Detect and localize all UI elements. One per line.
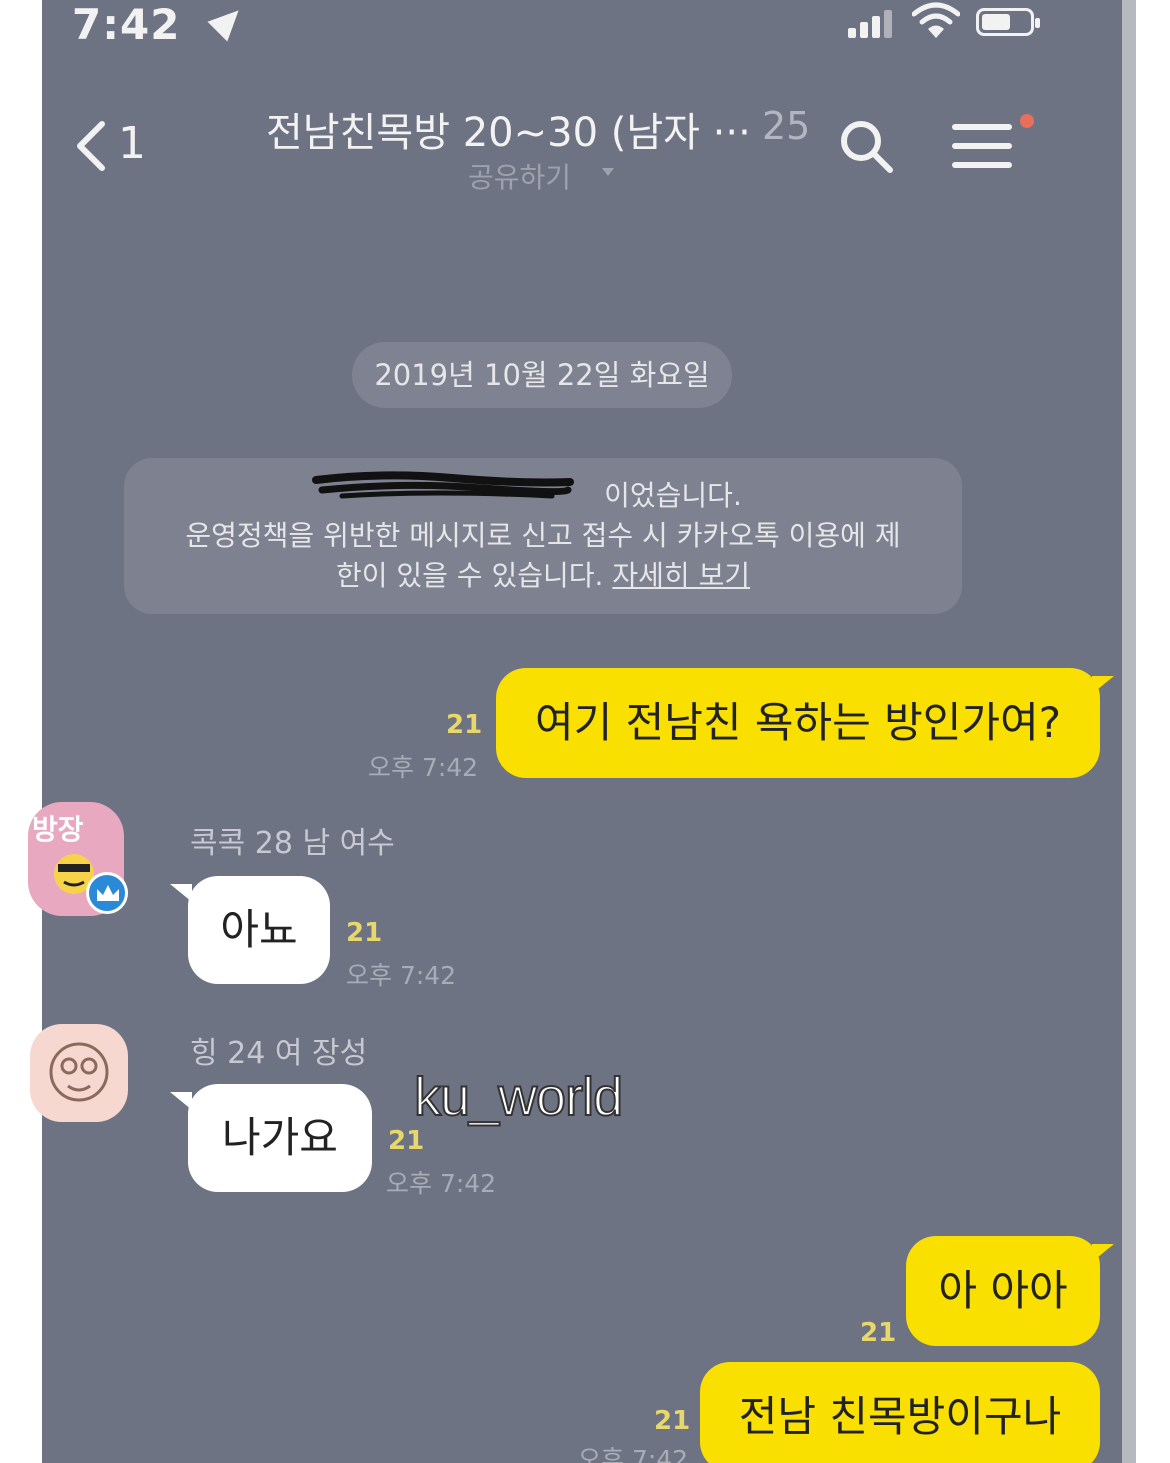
notice-line-2: 운영정책을 위반한 메시지로 신고 접수 시 카카오톡 이용에 제 bbox=[185, 519, 901, 552]
unread-count: 21 bbox=[446, 710, 483, 740]
message-time: 오후 7:42 bbox=[346, 961, 457, 990]
screen-edge bbox=[1122, 0, 1136, 1463]
member-count: 25 bbox=[762, 104, 811, 148]
room-owner-tag: 방장 bbox=[32, 813, 84, 846]
other-message-bubble[interactable]: 나가요 bbox=[188, 1084, 372, 1192]
unread-count: 21 bbox=[346, 918, 383, 948]
bubble-tail bbox=[1092, 1244, 1114, 1262]
redaction-scribble bbox=[312, 471, 574, 499]
watermark: ku_world bbox=[413, 1066, 624, 1128]
unread-count: 21 bbox=[654, 1406, 691, 1436]
bubble-tail bbox=[170, 1092, 192, 1110]
crown-icon bbox=[86, 872, 128, 914]
avatar[interactable] bbox=[30, 1024, 128, 1122]
my-message-bubble[interactable]: 여기 전남친 욕하는 방인가여? bbox=[496, 668, 1100, 778]
message-time: 오후 7:42 bbox=[386, 1169, 497, 1198]
share-caret-icon bbox=[602, 168, 614, 176]
message-time: 오후 7:42 bbox=[368, 753, 479, 782]
monkey-face-icon bbox=[49, 1042, 109, 1102]
share-link[interactable]: 공유하기 bbox=[468, 156, 571, 196]
back-unread-count[interactable]: 1 bbox=[118, 118, 146, 169]
notice-line-3: 한이 있을 수 있습니다. 자세히 보기 bbox=[335, 559, 751, 592]
chat-room-title[interactable]: 전남친목방 20~30 (남자 ··· bbox=[266, 100, 751, 158]
details-link[interactable]: 자세히 보기 bbox=[612, 559, 750, 592]
date-divider: 2019년 10월 22일 화요일 bbox=[352, 342, 732, 408]
signal-icon bbox=[848, 8, 892, 38]
my-message-bubble[interactable]: 전남 친목방이구나 bbox=[700, 1362, 1100, 1463]
sender-name: 콕콕 28 남 여수 bbox=[190, 826, 395, 861]
other-message-bubble[interactable]: 아뇨 bbox=[188, 876, 330, 984]
my-message-bubble[interactable]: 아 아아 bbox=[906, 1236, 1100, 1346]
search-icon[interactable] bbox=[838, 118, 896, 176]
message-time: 오후 7:42 bbox=[578, 1445, 689, 1463]
battery-icon bbox=[976, 8, 1040, 36]
unread-count: 21 bbox=[860, 1318, 897, 1348]
notification-dot bbox=[1020, 114, 1034, 128]
back-chevron-icon[interactable] bbox=[72, 118, 112, 174]
menu-icon[interactable] bbox=[952, 120, 1014, 172]
bubble-tail bbox=[1092, 676, 1114, 694]
sender-name: 힝 24 여 장성 bbox=[190, 1036, 368, 1071]
bubble-tail bbox=[170, 884, 192, 902]
wifi-icon bbox=[912, 2, 960, 38]
status-time: 7:42 bbox=[72, 0, 181, 49]
unread-count: 21 bbox=[388, 1126, 425, 1156]
